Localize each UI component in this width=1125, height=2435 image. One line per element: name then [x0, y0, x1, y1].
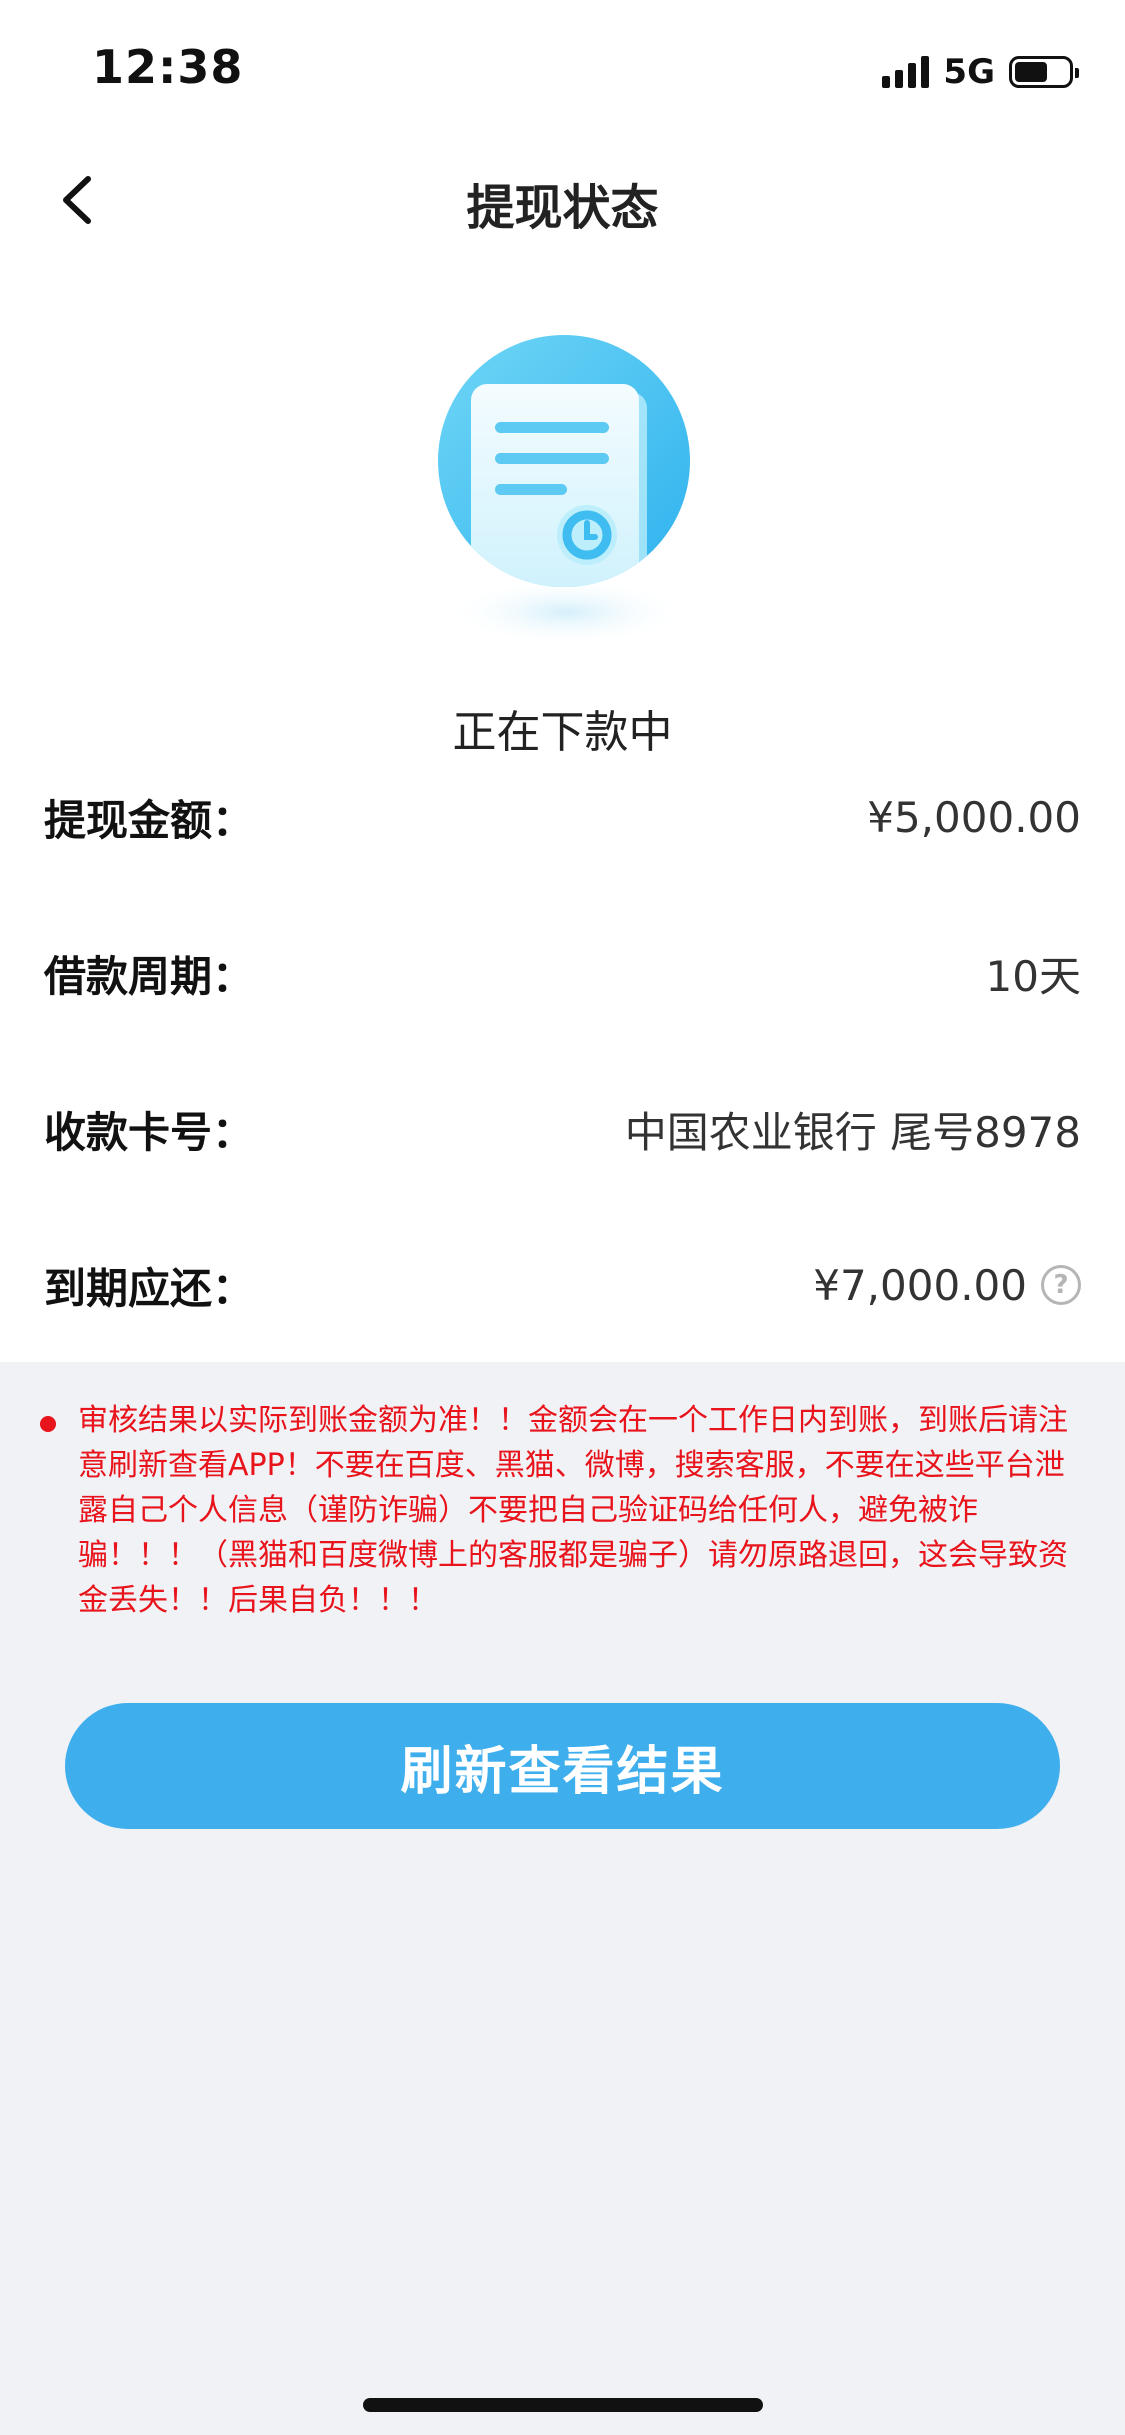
notice-text: 审核结果以实际到账金额为准！！金额会在一个工作日内到账，到账后请注意刷新查看AP…: [78, 1403, 1068, 1618]
withdraw-amount-row: 提现金额： ¥5,000.00: [44, 777, 1081, 857]
amount-due-value: ¥7,000.00: [813, 1260, 1027, 1310]
loan-period-value: 10天: [985, 951, 1081, 1001]
receiving-card-value: 中国农业银行 尾号8978: [624, 1107, 1081, 1157]
amount-due-label: 到期应还：: [44, 1263, 255, 1313]
network-label: 5G: [943, 52, 995, 92]
receiving-card-label: 收款卡号：: [44, 1107, 255, 1157]
notice: 审核结果以实际到账金额为准！！金额会在一个工作日内到账，到账后请注意刷新查看AP…: [40, 1398, 1080, 1623]
content-panel: 12:38 5G 提现状态 正在下款中 提现金额： ¥5,000.00 借款周期…: [0, 0, 1125, 1362]
amount-due-value-wrap: ¥7,000.00 ?: [813, 1261, 1081, 1310]
loan-period-label: 借款周期：: [44, 951, 255, 1001]
page-title: 提现状态: [466, 180, 659, 236]
refresh-result-button[interactable]: 刷新查看结果: [65, 1703, 1060, 1829]
status-time: 12:38: [92, 40, 244, 94]
battery-icon: [1009, 56, 1079, 88]
help-circle-icon[interactable]: ?: [1041, 1265, 1081, 1305]
screen: 12:38 5G 提现状态 正在下款中 提现金额： ¥5,000.00 借款周期…: [0, 0, 1125, 2435]
document-clock-icon: [438, 335, 690, 646]
status-text: 正在下款中: [452, 707, 673, 758]
signal-icon: [882, 56, 930, 88]
loan-period-row: 借款周期： 10天: [44, 933, 1081, 1013]
chevron-left-icon: [63, 176, 91, 224]
back-button[interactable]: [50, 165, 110, 235]
amount-due-row: 到期应还： ¥7,000.00 ?: [44, 1245, 1081, 1325]
withdraw-amount-value: ¥5,000.00: [867, 792, 1081, 842]
withdraw-amount-label: 提现金额：: [44, 795, 255, 845]
receiving-card-row: 收款卡号： 中国农业银行 尾号8978: [44, 1089, 1081, 1169]
bullet-dot-icon: [40, 1416, 56, 1432]
home-indicator[interactable]: [363, 2398, 763, 2412]
status-indicators: 5G: [882, 52, 1079, 92]
